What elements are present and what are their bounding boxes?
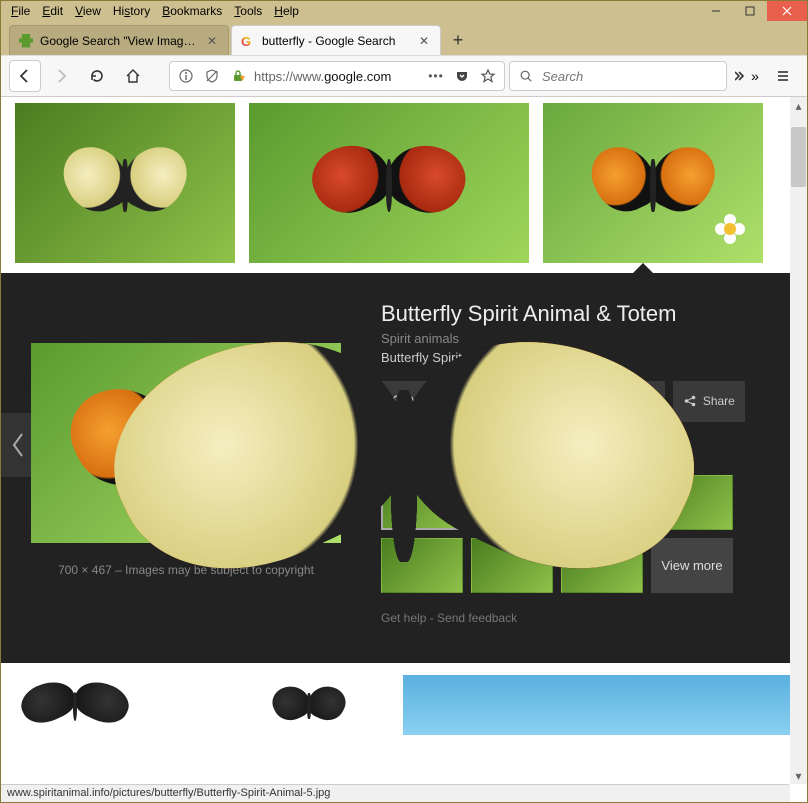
- page-actions-icon[interactable]: •••: [426, 66, 446, 86]
- image-result[interactable]: [15, 675, 215, 735]
- tab-title: Google Search "View Image" B: [40, 34, 198, 48]
- tab-inactive[interactable]: Google Search "View Image" B ✕: [9, 25, 229, 55]
- image-result[interactable]: [15, 103, 235, 263]
- image-results-row: [1, 663, 807, 743]
- menu-bookmarks[interactable]: Bookmarks: [156, 2, 228, 20]
- maximize-button[interactable]: [733, 1, 767, 21]
- back-button[interactable]: [9, 60, 41, 92]
- scroll-down-button[interactable]: ▾: [790, 767, 807, 784]
- related-grid: View more: [381, 475, 787, 593]
- tracking-icon[interactable]: [202, 66, 222, 86]
- minimize-button[interactable]: [699, 1, 733, 21]
- home-button[interactable]: [117, 60, 149, 92]
- image-result[interactable]: [249, 103, 529, 263]
- image-results-row: [1, 97, 807, 273]
- pocket-icon[interactable]: [452, 66, 472, 86]
- image-result[interactable]: [403, 675, 793, 735]
- menu-tools[interactable]: Tools: [228, 2, 268, 20]
- menu-help[interactable]: Help: [268, 2, 305, 20]
- new-tab-button[interactable]: +: [443, 25, 473, 55]
- info-icon[interactable]: [176, 66, 196, 86]
- menu-edit[interactable]: Edit: [36, 2, 69, 20]
- reload-button[interactable]: [81, 60, 113, 92]
- preview-right: Butterfly Spirit Animal & Totem Spirit a…: [381, 293, 787, 643]
- menu-file[interactable]: File: [5, 2, 36, 20]
- hamburger-menu-button[interactable]: [767, 60, 799, 92]
- puzzle-icon: [18, 33, 34, 49]
- image-preview-panel: 700 × 467 – Images may be subject to cop…: [1, 273, 807, 663]
- vertical-scrollbar[interactable]: ▴ ▾: [790, 97, 807, 784]
- overflow-button[interactable]: »: [731, 60, 763, 92]
- search-input[interactable]: [542, 69, 720, 84]
- content-area: 700 × 467 – Images may be subject to cop…: [1, 97, 807, 802]
- url-text: https://www.google.com: [254, 69, 420, 84]
- window-controls: [699, 1, 807, 21]
- menu-view[interactable]: View: [69, 2, 107, 20]
- google-icon: [240, 33, 256, 49]
- status-url: www.spiritanimal.info/pictures/butterfly…: [7, 787, 330, 799]
- tabbar: Google Search "View Image" B ✕ butterfly…: [1, 21, 807, 55]
- scroll-up-button[interactable]: ▴: [790, 97, 807, 114]
- menu-history[interactable]: History: [107, 2, 156, 20]
- close-button[interactable]: [767, 1, 807, 21]
- search-icon: [516, 66, 536, 86]
- scroll-thumb[interactable]: [791, 127, 806, 187]
- browser-window: File Edit View History Bookmarks Tools H…: [0, 0, 808, 803]
- statusbar: www.spiritanimal.info/pictures/butterfly…: [1, 784, 789, 802]
- search-bar[interactable]: [509, 61, 727, 91]
- close-tab-icon[interactable]: ✕: [416, 33, 432, 49]
- related-image[interactable]: [561, 538, 643, 593]
- url-bar[interactable]: https://www.google.com •••: [169, 61, 505, 91]
- tab-title: butterfly - Google Search: [262, 34, 410, 48]
- close-tab-icon[interactable]: ✕: [204, 33, 220, 49]
- prev-image-button[interactable]: [1, 413, 35, 477]
- menubar: File Edit View History Bookmarks Tools H…: [1, 1, 807, 21]
- toolbar: https://www.google.com ••• »: [1, 55, 807, 97]
- tab-active[interactable]: butterfly - Google Search ✕: [231, 25, 441, 55]
- image-result[interactable]: [229, 675, 389, 735]
- bookmark-star-icon[interactable]: [478, 66, 498, 86]
- lock-warning-icon[interactable]: [228, 66, 248, 86]
- image-result[interactable]: [543, 103, 763, 263]
- forward-button[interactable]: [45, 60, 77, 92]
- page-scroll[interactable]: 700 × 467 – Images may be subject to cop…: [1, 97, 807, 802]
